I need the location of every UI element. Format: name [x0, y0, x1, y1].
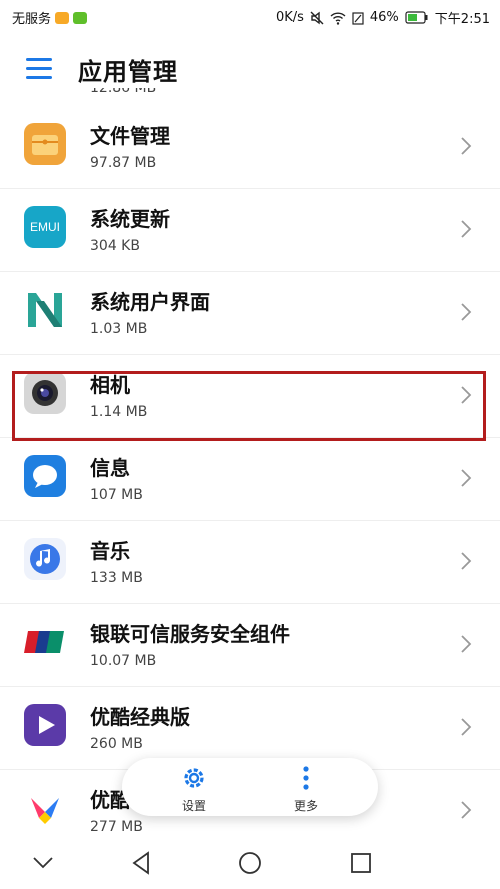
system-nav-bar	[0, 838, 500, 889]
youku-new-icon	[24, 787, 66, 829]
settings-label: 设置	[181, 799, 206, 813]
system-ui-n-icon	[24, 289, 66, 331]
battery-icon	[405, 11, 428, 24]
clock: 下午2:51	[434, 12, 490, 27]
page-title: 应用管理	[78, 58, 178, 86]
recents-icon[interactable]	[346, 848, 376, 878]
list-item-system-ui[interactable]: 系统用户界面 1.03 MB	[0, 272, 500, 355]
chevron-right-icon	[461, 137, 472, 155]
app-size: 277 MB	[90, 819, 143, 835]
status-bar: 无服务 0K/s 46% 下午2:51	[0, 0, 500, 34]
more-button[interactable]: 更多	[266, 764, 346, 814]
music-icon	[24, 538, 66, 580]
app-size: 1.14 MB	[90, 404, 148, 420]
more-vertical-icon	[303, 766, 309, 790]
app-name: 优酷经典版	[90, 705, 190, 729]
youku-icon	[24, 704, 66, 746]
camera-icon	[24, 372, 66, 414]
chevron-right-icon	[461, 801, 472, 819]
floating-action-bar: 设置 更多	[122, 758, 378, 816]
app-name: 信息	[90, 456, 130, 480]
list-item-file-manager[interactable]: 文件管理 97.87 MB	[0, 106, 500, 189]
home-icon[interactable]	[235, 848, 265, 878]
app-size: 97.87 MB	[90, 155, 157, 171]
app-name: 文件管理	[90, 124, 170, 148]
carrier-text: 无服务	[12, 12, 52, 27]
list-item-messages[interactable]: 信息 107 MB	[0, 438, 500, 521]
chevron-right-icon	[461, 718, 472, 736]
app-name: 系统用户界面	[90, 290, 210, 314]
app-size: 1.03 MB	[90, 321, 148, 337]
message-icon	[24, 455, 66, 497]
bilibili-notification-icon	[73, 11, 88, 24]
list-item-partial[interactable]: 12.86 MB	[0, 88, 500, 106]
menu-icon[interactable]	[26, 58, 52, 79]
app-size: 304 KB	[90, 238, 140, 254]
chevron-right-icon	[461, 303, 472, 321]
network-speed: 0K/s	[275, 10, 304, 25]
chevron-down-icon[interactable]	[28, 848, 58, 878]
app-size: 10.07 MB	[90, 653, 157, 669]
signal-icon	[352, 11, 364, 25]
chevron-right-icon	[461, 220, 472, 238]
gear-icon	[184, 768, 204, 788]
list-item-unionpay[interactable]: 银联可信服务安全组件 10.07 MB	[0, 604, 500, 687]
app-name: 音乐	[90, 539, 130, 563]
back-icon[interactable]	[126, 848, 156, 878]
app-name: 银联可信服务安全组件	[90, 622, 290, 646]
more-label: 更多	[293, 799, 318, 813]
app-list[interactable]: 12.86 MB 文件管理 97.87 MB EMUI 系统更新 304 KB …	[0, 88, 500, 853]
chevron-right-icon	[461, 469, 472, 487]
list-item-system-update[interactable]: EMUI 系统更新 304 KB	[0, 189, 500, 272]
wifi-icon	[330, 11, 346, 25]
settings-button[interactable]: 设置	[154, 764, 234, 814]
app-size: 12.86 MB	[90, 88, 157, 96]
file-manager-icon	[24, 123, 66, 165]
list-item-music[interactable]: 音乐 133 MB	[0, 521, 500, 604]
app-name: 系统更新	[90, 207, 170, 231]
app-size: 260 MB	[90, 736, 143, 752]
app-size: 107 MB	[90, 487, 143, 503]
unionpay-icon	[24, 621, 66, 663]
chevron-right-icon	[461, 552, 472, 570]
list-item-camera[interactable]: 相机 1.14 MB	[0, 355, 500, 438]
chevron-right-icon	[461, 386, 472, 404]
mute-icon	[310, 11, 324, 24]
chevron-right-icon	[461, 635, 472, 653]
app-name: 相机	[90, 373, 130, 397]
app-size: 133 MB	[90, 570, 143, 586]
emui-update-icon: EMUI	[24, 206, 66, 248]
app-notification-icon	[55, 11, 70, 24]
battery-percent: 46%	[369, 10, 399, 25]
